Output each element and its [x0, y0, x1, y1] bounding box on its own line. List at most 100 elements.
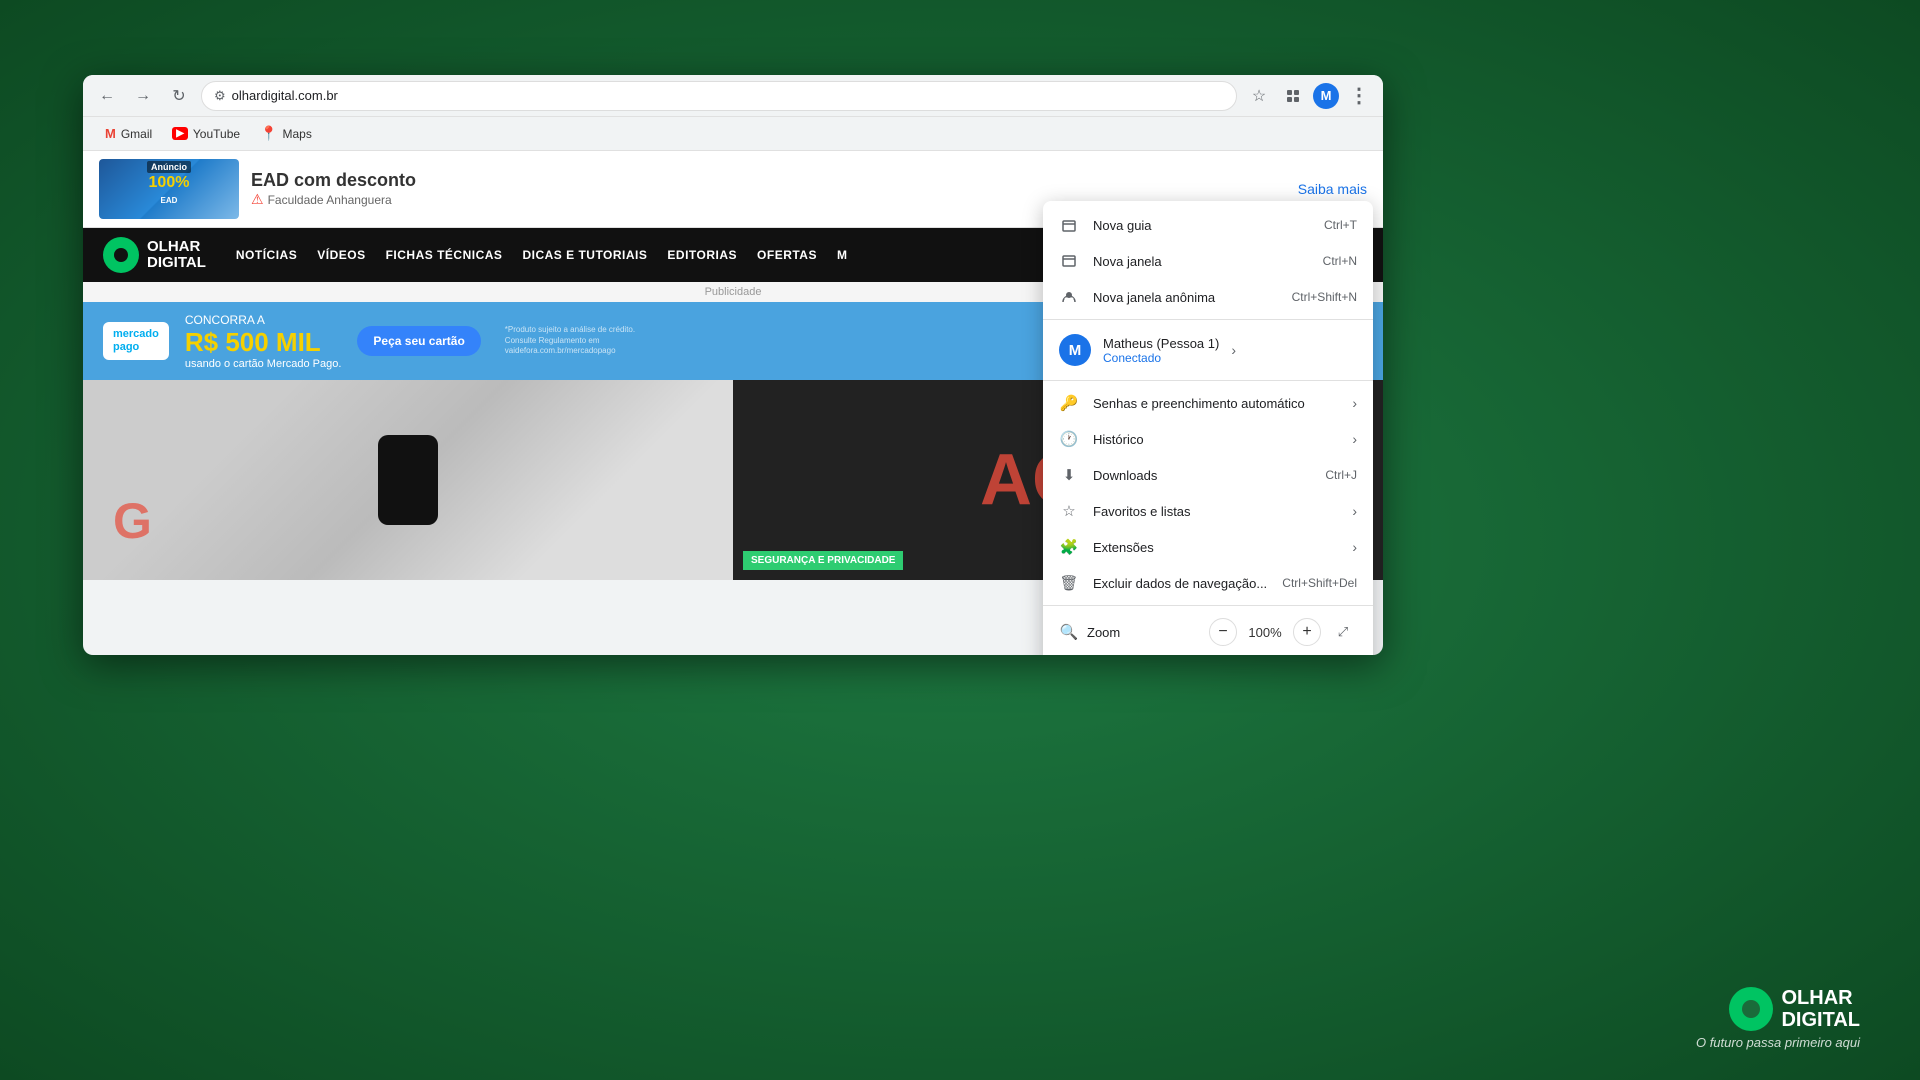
google-g-letter: G: [113, 492, 152, 550]
nova-janela-anonima-label: Nova janela anônima: [1093, 290, 1278, 305]
profile-avatar[interactable]: M: [1313, 83, 1339, 109]
bookmark-youtube-label: YouTube: [193, 127, 240, 141]
back-button[interactable]: ←: [93, 82, 121, 110]
menu-favoritos[interactable]: ☆ Favoritos e listas ›: [1043, 493, 1373, 529]
menu-downloads[interactable]: ⬇ Downloads Ctrl+J: [1043, 457, 1373, 493]
menu-button[interactable]: ⋮: [1345, 82, 1373, 110]
url-text: olhardigital.com.br: [232, 88, 338, 103]
bookmark-gmail-label: Gmail: [121, 127, 152, 141]
mp-prize: R$ 500 MIL: [185, 327, 342, 358]
pub-label: Publicidade: [705, 286, 762, 298]
zoom-label: Zoom: [1087, 625, 1201, 640]
watermark: OLHARDIGITAL O futuro passa primeiro aqu…: [1696, 987, 1860, 1050]
profile-arrow: ›: [1231, 342, 1236, 358]
star-icon: ☆: [1059, 501, 1079, 521]
nova-guia-shortcut: Ctrl+T: [1324, 218, 1357, 232]
forward-button[interactable]: →: [129, 82, 157, 110]
menu-nova-guia[interactable]: Nova guia Ctrl+T: [1043, 207, 1373, 243]
profile-status: Conectado: [1103, 351, 1219, 365]
ad-title: EAD com desconto: [251, 170, 1286, 191]
wm-text: OLHARDIGITAL: [1781, 987, 1860, 1031]
mp-logo: mercadopago: [103, 322, 169, 360]
ad-image: Anúncio 100% EAD: [99, 159, 239, 219]
menu-profile-row[interactable]: M Matheus (Pessoa 1) Conectado ›: [1043, 324, 1373, 376]
downloads-label: Downloads: [1093, 468, 1311, 483]
mp-content: CONCORRA A R$ 500 MIL usando o cartão Me…: [185, 313, 342, 370]
menu-nova-janela[interactable]: Nova janela Ctrl+N: [1043, 243, 1373, 279]
excluir-label: Excluir dados de navegação...: [1093, 576, 1268, 591]
chrome-toolbar: ← → ↻ ⚙ olhardigital.com.br ☆ M ⋮: [83, 75, 1383, 117]
nova-janela-label: Nova janela: [1093, 254, 1309, 269]
nav-noticias[interactable]: NOTÍCIAS: [236, 248, 297, 262]
nova-janela-anonima-shortcut: Ctrl+Shift+N: [1292, 290, 1357, 304]
bookmark-maps-label: Maps: [282, 127, 311, 141]
bookmark-youtube[interactable]: ▶ YouTube: [164, 123, 248, 145]
zoom-value: 100%: [1245, 625, 1285, 640]
menu-incognito[interactable]: Nova janela anônima Ctrl+Shift+N: [1043, 279, 1373, 315]
article-image-left: G: [83, 380, 733, 580]
context-menu: Nova guia Ctrl+T Nova janela Ctrl+N: [1043, 201, 1373, 655]
nav-editorias[interactable]: EDITORIAS: [667, 248, 737, 262]
mp-concorra: CONCORRA A: [185, 313, 342, 327]
menu-historico[interactable]: 🕐 Histórico ›: [1043, 421, 1373, 457]
seguranca-badge: SEGURANÇA E PRIVACIDADE: [743, 551, 903, 570]
extensoes-label: Extensões: [1093, 540, 1338, 555]
saiba-mais-link[interactable]: Saiba mais: [1298, 181, 1367, 197]
divider-1: [1043, 319, 1373, 320]
wm-circle-icon: [1729, 987, 1773, 1031]
tab-icon: [1059, 215, 1079, 235]
nav-fichas[interactable]: FICHAS TÉCNICAS: [386, 248, 503, 262]
window-icon: [1059, 251, 1079, 271]
historico-label: Histórico: [1093, 432, 1338, 447]
ad-label: Anúncio: [147, 161, 191, 173]
excluir-shortcut: Ctrl+Shift+Del: [1282, 576, 1357, 590]
historico-arrow: ›: [1352, 431, 1357, 447]
menu-excluir[interactable]: 🗑 Excluir dados de navegação... Ctrl+Shi…: [1043, 565, 1373, 601]
bookmark-maps[interactable]: 📍 Maps: [252, 121, 320, 146]
reload-button[interactable]: ↻: [165, 82, 193, 110]
mp-cta-button[interactable]: Peça seu cartão: [357, 326, 480, 356]
key-icon: 🔑: [1059, 393, 1079, 413]
nav-dicas[interactable]: DICAS E TUTORIAIS: [522, 248, 647, 262]
logo-text: OLHARDIGITAL: [147, 239, 206, 272]
download-icon: ⬇: [1059, 465, 1079, 485]
senhas-label: Senhas e preenchimento automático: [1093, 396, 1338, 411]
nova-guia-label: Nova guia: [1093, 218, 1310, 233]
mp-disclaimer: *Produto sujeito a análise de crédito.Co…: [505, 325, 705, 356]
history-icon: 🕐: [1059, 429, 1079, 449]
extensoes-arrow: ›: [1352, 539, 1357, 555]
profile-name: Matheus (Pessoa 1): [1103, 336, 1219, 351]
extensions-button[interactable]: [1279, 82, 1307, 110]
menu-senhas[interactable]: 🔑 Senhas e preenchimento automático ›: [1043, 385, 1373, 421]
article-bg-left: [83, 380, 733, 580]
senhas-arrow: ›: [1352, 395, 1357, 411]
logo-circle-icon: [103, 237, 139, 273]
mp-description: usando o cartão Mercado Pago.: [185, 358, 342, 370]
zoom-plus-button[interactable]: +: [1293, 618, 1321, 646]
menu-profile-avatar: M: [1059, 334, 1091, 366]
nova-janela-shortcut: Ctrl+N: [1323, 254, 1357, 268]
warning-icon: ⚠: [251, 191, 264, 208]
zoom-expand-button[interactable]: ⤢: [1329, 618, 1357, 646]
zoom-minus-button[interactable]: −: [1209, 618, 1237, 646]
browser-window: ← → ↻ ⚙ olhardigital.com.br ☆ M ⋮ M Gma: [83, 75, 1383, 655]
bookmarks-bar: M Gmail ▶ YouTube 📍 Maps: [83, 117, 1383, 151]
site-logo: OLHARDIGITAL: [103, 237, 206, 273]
favoritos-arrow: ›: [1352, 503, 1357, 519]
nav-ofertas[interactable]: OFERTAS: [757, 248, 817, 262]
bookmark-gmail[interactable]: M Gmail: [97, 122, 160, 145]
wm-tagline: O futuro passa primeiro aqui: [1696, 1035, 1860, 1050]
menu-extensoes[interactable]: 🧩 Extensões ›: [1043, 529, 1373, 565]
website-content: Anúncio 100% EAD EAD com desconto ⚠ Facu…: [83, 151, 1383, 655]
bookmark-button[interactable]: ☆: [1245, 82, 1273, 110]
trash-icon: 🗑: [1059, 573, 1079, 593]
zoom-row: 🔍 Zoom − 100% + ⤢: [1043, 610, 1373, 654]
address-bar[interactable]: ⚙ olhardigital.com.br: [201, 81, 1237, 111]
puzzle-icon: 🧩: [1059, 537, 1079, 557]
divider-2: [1043, 380, 1373, 381]
profile-info: Matheus (Pessoa 1) Conectado: [1103, 336, 1219, 365]
divider-3: [1043, 605, 1373, 606]
nav-more[interactable]: M: [837, 248, 848, 262]
phone-shape: [378, 435, 438, 525]
nav-videos[interactable]: VÍDEOS: [317, 248, 365, 262]
